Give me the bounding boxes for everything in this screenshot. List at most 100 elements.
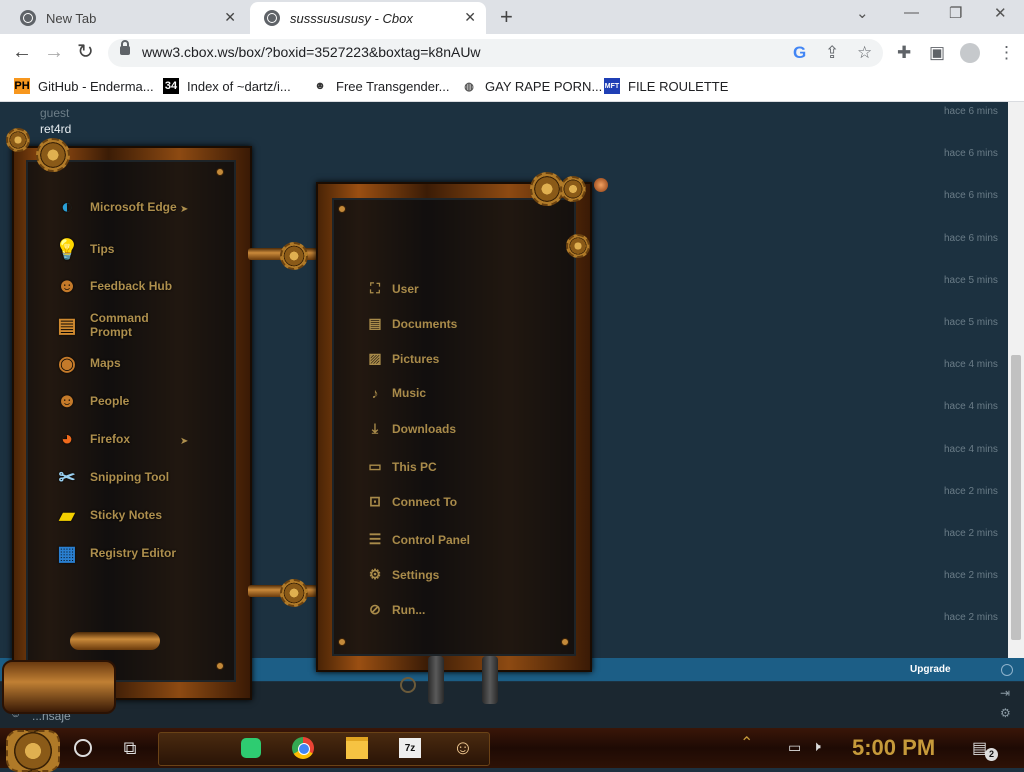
start-app-label: Snipping Tool <box>90 470 170 484</box>
login-icon[interactable]: ⇥ <box>1000 686 1010 700</box>
network-icon[interactable]: ▭ <box>788 739 801 756</box>
start-app-registry-editor[interactable]: ▦ Registry Editor <box>52 538 180 568</box>
document-icon: ▤ <box>368 315 382 331</box>
bookmark-label: Index of ~dartz/i... <box>187 78 291 94</box>
people-icon: ☻ <box>56 389 78 412</box>
tab-cbox[interactable]: susssusususy - Cbox ✕ <box>250 2 486 34</box>
place-connect-to[interactable]: ⊡ Connect To <box>366 493 457 510</box>
side-panel-icon[interactable]: ▣ <box>929 43 945 63</box>
place-label: Run... <box>392 602 426 617</box>
minimize-button[interactable]: — <box>904 4 919 21</box>
bookmark-file-roulette[interactable]: MFT FILE ROULETTE <box>604 78 728 94</box>
close-tab-icon[interactable]: ✕ <box>464 9 476 26</box>
bookmark-github[interactable]: PH GitHub - Enderma... <box>14 78 154 94</box>
character-icon[interactable]: ☺ <box>450 734 476 762</box>
new-tab-button[interactable]: + <box>500 6 513 28</box>
extensions-icon[interactable]: ✚ <box>897 43 911 63</box>
notification-badge: 2 <box>985 748 998 761</box>
gear-decoration-icon <box>560 176 586 202</box>
chrome-icon[interactable] <box>290 734 316 762</box>
start-app-sticky-notes[interactable]: ▰ Sticky Notes <box>52 500 180 530</box>
tray-expand-icon[interactable]: ⌃ <box>740 733 753 753</box>
start-app-label: Tips <box>90 242 115 256</box>
7zip-icon[interactable]: 7z <box>397 734 423 762</box>
start-app-maps[interactable]: ◉ Maps <box>52 348 180 378</box>
scissors-icon: ✂ <box>58 466 76 489</box>
url-text[interactable]: www3.cbox.ws/box/?boxid=3527223&boxtag=k… <box>142 44 481 60</box>
submenu-arrow-icon[interactable]: ➤ <box>180 204 188 215</box>
back-button[interactable]: ← <box>12 40 32 64</box>
chat-timestamp: hace 6 mins <box>944 190 998 202</box>
menu-icon[interactable]: ⋮ <box>998 43 1015 63</box>
google-icon[interactable]: G <box>793 43 806 63</box>
place-pictures[interactable]: ▨ Pictures <box>366 350 439 367</box>
status-icon <box>1001 664 1013 676</box>
place-user[interactable]: ⛶ User <box>366 280 419 297</box>
start-app-feedback-hub[interactable]: ☻ Feedback Hub <box>52 271 180 301</box>
star-icon[interactable]: ☆ <box>857 43 872 63</box>
close-tab-icon[interactable]: ✕ <box>224 9 236 26</box>
start-app-label: People <box>90 394 130 408</box>
download-icon: ⤓ <box>371 420 379 436</box>
start-app-command-prompt[interactable]: ▤ Command Prompt <box>52 310 180 340</box>
globe-icon <box>264 10 280 26</box>
chat-timestamp: hace 4 mins <box>944 443 998 455</box>
power-icon[interactable] <box>400 677 416 693</box>
bookmark-index[interactable]: 34 Index of ~dartz/i... <box>163 78 291 94</box>
map-pin-icon: ◉ <box>58 352 76 375</box>
start-app-label: Feedback Hub <box>90 279 173 293</box>
volume-muted-icon[interactable]: 🕨 <box>812 738 821 755</box>
place-run-[interactable]: ⊘ Run... <box>366 601 425 618</box>
upgrade-link[interactable]: Upgrade <box>910 664 951 675</box>
rivet <box>561 638 569 646</box>
network-icon: ⊡ <box>369 493 381 509</box>
forward-button[interactable]: → <box>44 40 64 64</box>
share-icon[interactable]: ⇪ <box>825 43 839 63</box>
place-settings[interactable]: ⚙ Settings <box>366 566 440 583</box>
bookmark-free[interactable]: ☻ Free Transgender... <box>312 78 449 94</box>
tab-new-tab[interactable]: New Tab ✕ <box>6 2 246 34</box>
lever-decoration <box>428 656 444 704</box>
place-control-panel[interactable]: ☰ Control Panel <box>366 531 470 548</box>
submenu-arrow-icon[interactable]: ➤ <box>180 436 188 447</box>
task-view-icon[interactable]: ⧉ <box>118 734 142 762</box>
place-label: Settings <box>392 567 440 582</box>
start-app-tips[interactable]: 💡 Tips <box>52 234 180 264</box>
place-documents[interactable]: ▤ Documents <box>366 315 457 332</box>
place-label: Music <box>392 386 427 400</box>
place-downloads[interactable]: ⤓ Downloads <box>366 420 456 437</box>
chat-timestamp: hace 2 mins <box>944 612 998 624</box>
restore-button[interactable]: ❐ <box>949 4 962 22</box>
place-this-pc[interactable]: ▭ This PC <box>366 458 436 475</box>
chat-timestamp: hace 2 mins <box>944 485 998 497</box>
terminal-icon: ▤ <box>57 314 77 337</box>
gear-decoration-icon <box>36 138 70 172</box>
bookmark-label: FILE ROULETTE <box>628 78 729 94</box>
place-label: Control Panel <box>392 532 471 547</box>
scrollbar-thumb[interactable] <box>1011 355 1021 640</box>
start-app-microsoft-edge[interactable]: ◐ Microsoft Edge <box>52 192 180 222</box>
reload-button[interactable]: ↻ <box>77 40 94 64</box>
start-button[interactable] <box>6 730 60 772</box>
tab-title: susssusususy - Cbox <box>290 10 413 26</box>
bookmark-gay[interactable]: ◍ GAY RAPE PORN... <box>461 78 602 94</box>
lightbulb-icon: 💡 <box>54 238 80 261</box>
chat-timestamp: hace 6 mins <box>944 232 998 244</box>
profile-avatar[interactable] <box>960 43 980 63</box>
lock-icon[interactable] <box>120 40 130 55</box>
place-label: User <box>392 281 419 296</box>
start-app-people[interactable]: ☻ People <box>52 386 180 416</box>
search-circle-icon[interactable] <box>72 734 94 762</box>
settings-small-icon[interactable]: ⚙ <box>1000 706 1011 720</box>
start-app-firefox[interactable]: ◕ Firefox <box>52 424 180 454</box>
green-chat-icon[interactable] <box>238 734 264 762</box>
clock[interactable]: 5:00 PM <box>852 735 935 761</box>
chat-timestamp: hace 5 mins <box>944 317 998 328</box>
start-app-snipping-tool[interactable]: ✂ Snipping Tool <box>52 462 180 492</box>
close-window-button[interactable]: ✕ <box>994 4 1007 22</box>
sticky-note-icon: ▰ <box>59 504 75 527</box>
tab-search-icon[interactable]: ⌄ <box>856 4 869 22</box>
bookmark-label: GAY RAPE PORN... <box>485 78 603 94</box>
file-explorer-icon[interactable] <box>344 734 370 762</box>
place-music[interactable]: ♪ Music <box>366 385 427 401</box>
